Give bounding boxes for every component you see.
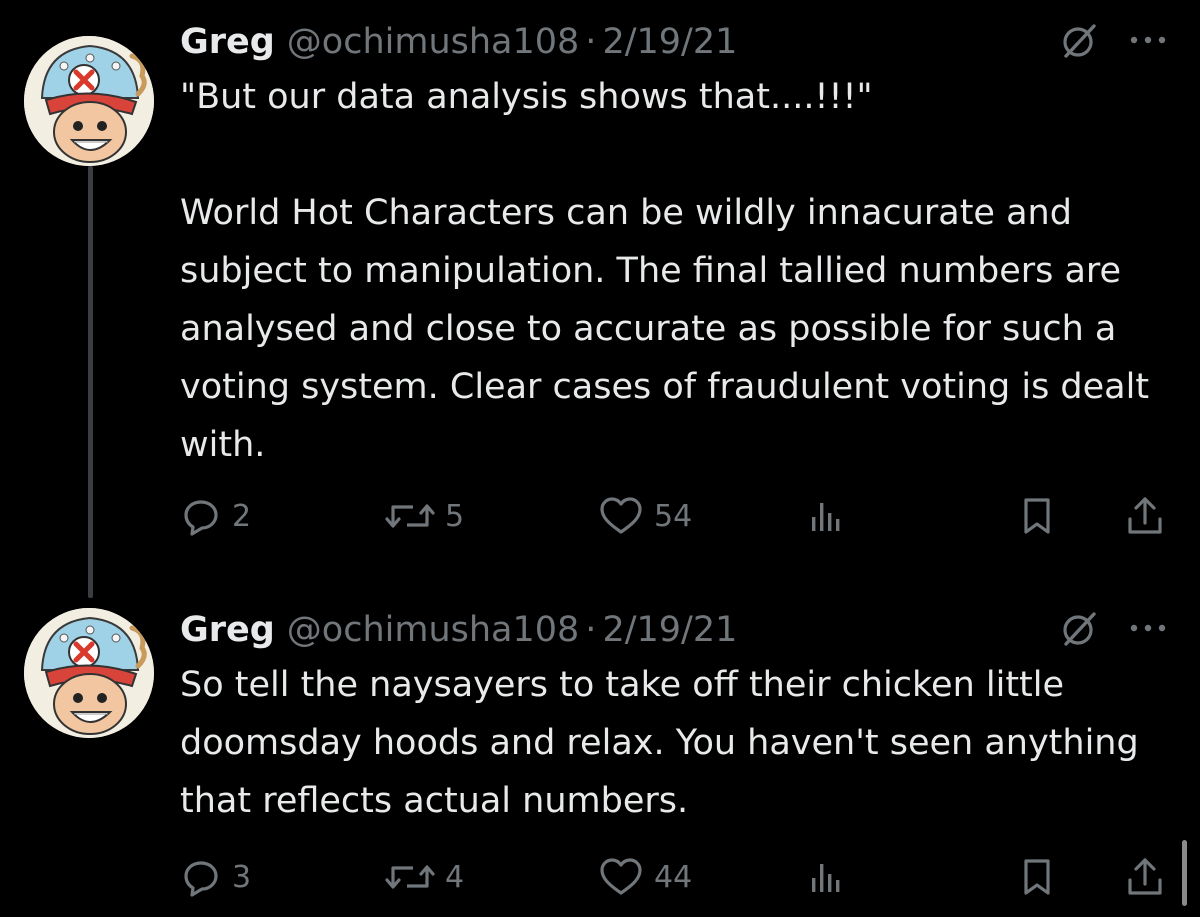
reply-icon — [184, 500, 218, 536]
repost-icon — [385, 504, 435, 528]
heart-icon — [600, 858, 642, 895]
repost-icon — [385, 865, 435, 889]
bookmark-icon — [1024, 498, 1050, 534]
separator-dot: · — [585, 22, 597, 62]
tweet-text-line: So tell the naysayers to take off their … — [180, 665, 1139, 821]
reply-button[interactable]: 2 — [180, 491, 251, 541]
share-icon — [1128, 858, 1162, 895]
repost-button[interactable]: 5 — [385, 491, 464, 541]
separator-dot: · — [585, 610, 597, 650]
views-icon — [812, 503, 840, 531]
repost-count: 5 — [445, 498, 465, 534]
avatar[interactable] — [24, 608, 154, 738]
like-count: 54 — [654, 498, 693, 534]
tweet-actions: 2 5 54 — [180, 491, 1170, 541]
reply-count: 3 — [232, 859, 252, 895]
user-handle[interactable]: @ochimusha108 — [287, 610, 580, 650]
views-button[interactable] — [808, 852, 844, 902]
tweet-actions: 3 4 44 — [180, 852, 1170, 902]
display-name[interactable]: Greg — [180, 610, 275, 650]
more-options-icon[interactable] — [1126, 618, 1170, 638]
like-button[interactable]: 44 — [598, 852, 692, 902]
tweet-date[interactable]: 2/19/21 — [602, 22, 737, 62]
repost-button[interactable]: 4 — [385, 852, 464, 902]
bookmark-button[interactable] — [1018, 491, 1056, 541]
tweet-1[interactable]: Greg @ochimusha108 · 2/19/21 "But our da… — [0, 16, 1200, 606]
reply-button[interactable]: 3 — [180, 852, 251, 902]
display-name[interactable]: Greg — [180, 22, 275, 62]
thread-line — [88, 166, 93, 598]
reply-count: 2 — [232, 498, 252, 534]
user-handle[interactable]: @ochimusha108 — [287, 22, 580, 62]
like-count: 44 — [654, 859, 693, 895]
scrollbar[interactable] — [1182, 840, 1187, 906]
share-button[interactable] — [1125, 852, 1165, 902]
grok-icon[interactable] — [1060, 20, 1100, 60]
more-options-icon[interactable] — [1126, 30, 1170, 50]
share-icon — [1128, 497, 1162, 534]
bookmark-button[interactable] — [1018, 852, 1056, 902]
share-button[interactable] — [1125, 491, 1165, 541]
heart-icon — [600, 497, 642, 534]
views-button[interactable] — [808, 491, 844, 541]
tweet-header: Greg @ochimusha108 · 2/19/21 — [180, 20, 737, 64]
like-button[interactable]: 54 — [598, 491, 692, 541]
reply-icon — [184, 861, 218, 897]
bookmark-icon — [1024, 859, 1050, 895]
tweet-text: "But our data analysis shows that....!!!… — [180, 68, 1170, 474]
repost-count: 4 — [445, 859, 465, 895]
tweet-text-line: World Hot Characters can be wildly innac… — [180, 193, 1150, 465]
tweet-date[interactable]: 2/19/21 — [602, 610, 737, 650]
views-icon — [812, 864, 840, 892]
tweet-header: Greg @ochimusha108 · 2/19/21 — [180, 608, 737, 652]
grok-icon[interactable] — [1060, 608, 1100, 648]
tweet-text-line: "But our data analysis shows that....!!!… — [180, 77, 873, 117]
tweet-text: So tell the naysayers to take off their … — [180, 656, 1170, 830]
avatar[interactable] — [24, 36, 154, 166]
tweet-2[interactable]: Greg @ochimusha108 · 2/19/21 So tell the… — [0, 604, 1200, 917]
